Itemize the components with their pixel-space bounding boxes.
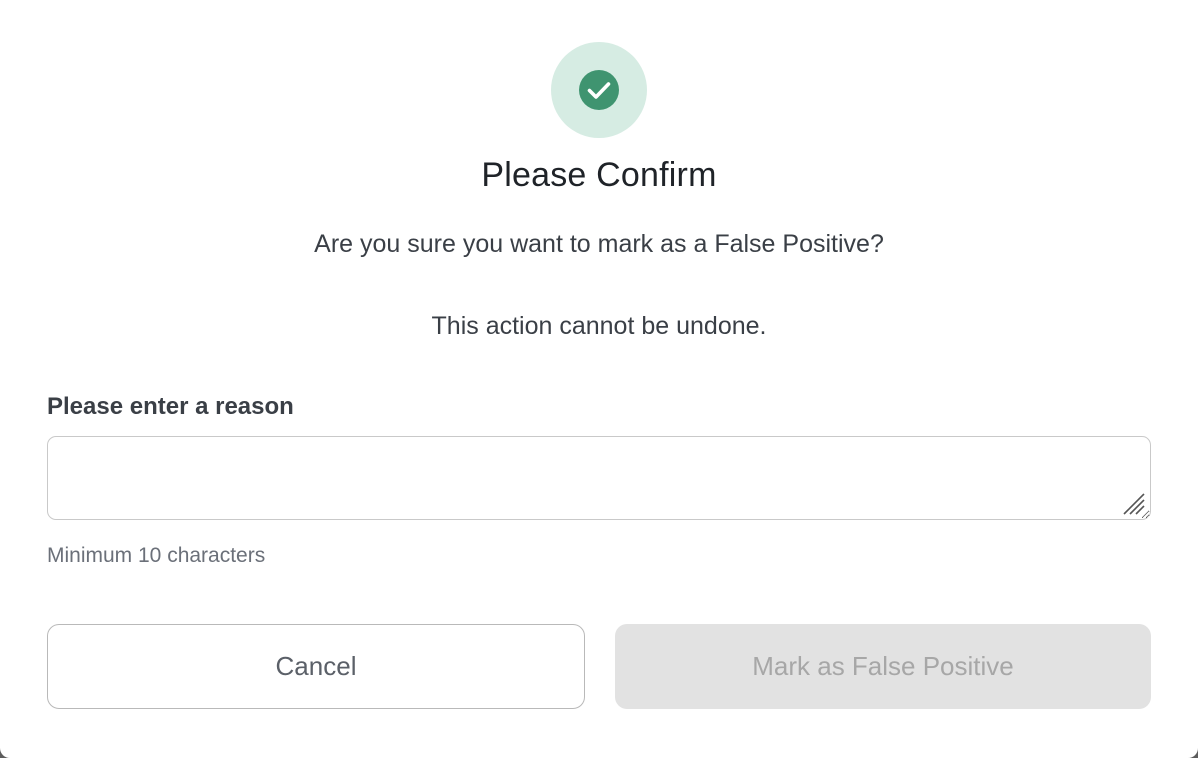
- status-badge: [551, 42, 647, 138]
- reason-input[interactable]: [47, 436, 1151, 520]
- confirm-dialog: Please Confirm Are you sure you want to …: [0, 0, 1198, 758]
- check-circle-icon: [579, 70, 619, 110]
- dialog-warning: This action cannot be undone.: [431, 312, 767, 340]
- mark-false-positive-button[interactable]: Mark as False Positive: [615, 624, 1151, 709]
- reason-helper-text: Minimum 10 characters: [47, 544, 266, 567]
- reason-label: Please enter a reason: [47, 393, 294, 420]
- dialog-title: Please Confirm: [481, 156, 717, 194]
- cancel-button[interactable]: Cancel: [47, 624, 585, 709]
- dialog-question: Are you sure you want to mark as a False…: [314, 230, 884, 258]
- resize-handle-icon[interactable]: [1120, 490, 1146, 516]
